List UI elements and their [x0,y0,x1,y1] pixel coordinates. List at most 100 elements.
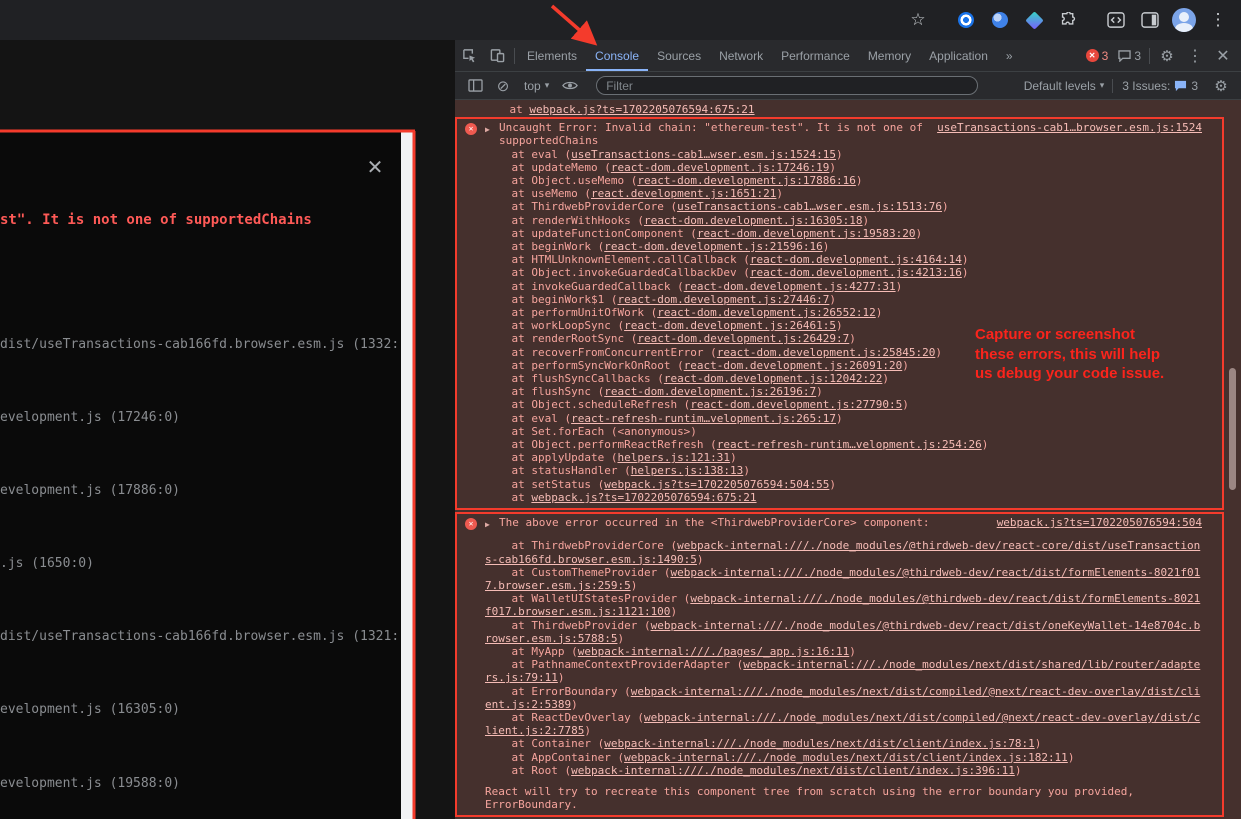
tab-performance[interactable]: Performance [772,40,859,71]
extension-gem-icon[interactable] [1017,3,1051,37]
error-count-badge[interactable]: ✕ 3 [1086,49,1109,63]
profile-avatar[interactable] [1167,3,1201,37]
devtools-menu-kebab-icon[interactable]: ⋮ [1181,46,1209,66]
message-count-badge[interactable]: 3 [1118,49,1141,63]
source-link[interactable]: react-dom.development.js:26552:12 [657,306,876,319]
overlay-stack-frame[interactable]: dist/useTransactions-cab166fd.browser.es… [0,629,400,702]
source-link[interactable]: react-dom.development.js:16305:18 [644,214,863,227]
bookmark-star-icon[interactable]: ☆ [901,3,935,37]
more-tabs-chevron[interactable]: » [997,40,1022,71]
stack-text: ) [1035,737,1042,750]
source-link[interactable]: react-dom.development.js:27790:5 [690,398,902,411]
overlay-stack-frame[interactable]: evelopment.js (17246:0) [0,410,400,483]
error-header: ▶ Uncaught Error: Invalid chain: "ethere… [485,121,1202,147]
source-link[interactable]: useTransactions-cab1…wser.esm.js:1524:15 [571,148,836,161]
stack-text: ) [776,187,783,200]
tab-elements[interactable]: Elements [518,40,586,71]
source-link[interactable]: webpack.js?ts=1702205076594:504:55 [604,478,829,491]
expand-caret-icon[interactable]: ▶ [485,121,499,136]
console-settings-gear-icon[interactable]: ⚙ [1207,77,1235,95]
source-link[interactable]: react-dom.development.js:26091:20 [684,359,903,372]
extension-analytics-icon[interactable] [983,3,1017,37]
console-scrollbar[interactable] [1229,368,1236,490]
expand-caret-icon[interactable]: ▶ [485,516,499,531]
extension-record-glyph [958,12,974,28]
console-filter-input[interactable] [596,76,978,95]
source-link[interactable]: react-dom.development.js:17886:16 [637,174,856,187]
puzzle-glyph [1060,12,1077,29]
source-link[interactable]: react-dom.development.js:25845:20 [717,346,936,359]
source-link[interactable]: react-dom.development.js:4164:14 [750,253,962,266]
tab-sources[interactable]: Sources [648,40,710,71]
issues-count: 3 [1191,79,1198,93]
avatar [1172,8,1196,32]
overlay-stack-frame[interactable]: evelopment.js (17886:0) [0,483,400,556]
overlay-stack-frame[interactable]: evelopment.js (16305:0) [0,702,400,775]
stack-text: ) [730,451,737,464]
stack-frame: at Set.forEach (<anonymous>) [485,425,1202,438]
browser-menu-kebab-icon[interactable]: ⋮ [1201,3,1235,37]
context-selector[interactable]: top ▾ [517,79,556,93]
source-link[interactable]: react-dom.development.js:4213:16 [750,266,962,279]
source-link[interactable]: webpack.js?ts=1702205076594:675:21 [531,491,756,504]
inspect-element-icon[interactable] [455,40,483,71]
tab-application[interactable]: Application [920,40,997,71]
tab-network[interactable]: Network [710,40,772,71]
stack-frame: at beginWork$1 (react-dom.development.js… [485,293,1202,306]
stack-text: ) [935,346,942,359]
stack-frame: at performSyncWorkOnRoot (react-dom.deve… [485,359,1202,372]
side-panel-icon[interactable] [1133,3,1167,37]
source-link[interactable]: webpack.js?ts=1702205076594:675:21 [529,103,754,116]
source-link[interactable]: webpack-internal:///./node_modules/next/… [624,751,1068,764]
source-link[interactable]: react-refresh-runtim…velopment.js:254:26 [717,438,982,451]
source-link[interactable]: react-dom.development.js:4277:31 [684,280,896,293]
source-link[interactable]: helpers.js:121:31 [617,451,730,464]
source-link[interactable]: react-dom.development.js:26461:5 [624,319,836,332]
source-link[interactable]: react-dom.development.js:26196:7 [604,385,816,398]
source-link[interactable]: react-dom.development.js:17246:19 [611,161,830,174]
overlay-stack-frame[interactable]: evelopment.js (19588:0) [0,776,400,819]
overlay-stack-frame[interactable]: dist/useTransactions-cab166fd.browser.es… [0,337,400,410]
stack-text: ) [617,632,624,645]
devtools-code-icon[interactable] [1099,3,1133,37]
devtools-settings-gear-icon[interactable]: ⚙ [1153,47,1181,65]
overlay-close-icon[interactable]: ✕ [362,155,388,181]
separator [1149,48,1150,64]
extension-gem-glyph [1025,11,1043,29]
devtools-close-icon[interactable]: ✕ [1209,46,1237,66]
source-link[interactable]: react-dom.development.js:21596:16 [604,240,823,253]
log-levels-dropdown[interactable]: Default levels ▾ [1016,79,1113,93]
source-link[interactable]: react-dom.development.js:26429:7 [637,332,849,345]
device-toolbar-icon[interactable] [483,40,511,71]
source-link[interactable]: webpack-internal:///./pages/_app.js:16:1… [578,645,850,658]
clear-console-icon[interactable]: ⊘ [489,77,517,95]
stack-text: at performSyncWorkOnRoot ( [485,359,684,372]
source-link[interactable]: helpers.js:138:13 [631,464,744,477]
page-scrollbar[interactable] [401,131,413,819]
source-link[interactable]: react.development.js:1651:21 [591,187,776,200]
extensions-puzzle-icon[interactable] [1051,3,1085,37]
overlay-stack-frame[interactable]: .js (1650:0) [0,556,400,629]
source-link[interactable]: useTransactions-cab1…wser.esm.js:1513:76 [677,200,942,213]
source-link[interactable]: react-dom.development.js:12042:22 [664,372,883,385]
console-sidebar-icon[interactable] [461,79,489,92]
extension-record-icon[interactable] [949,3,983,37]
stack-text: at recoverFromConcurrentError ( [485,346,717,359]
source-link[interactable]: react-dom.development.js:19583:20 [697,227,916,240]
overlay-stack-frames: dist/useTransactions-cab166fd.browser.es… [0,337,400,819]
issues-counter[interactable]: 3 Issues: 3 [1112,79,1207,93]
stack-text: at [483,103,529,116]
error-source-link[interactable]: useTransactions-cab1…browser.esm.js:1524 [937,121,1202,134]
live-expression-eye-icon[interactable] [556,80,584,91]
stack-text: at ThirdwebProviderCore ( [485,200,677,213]
error-source-link[interactable]: webpack.js?ts=1702205076594:504 [997,516,1202,529]
source-link[interactable]: react-refresh-runtim…velopment.js:265:17 [571,412,836,425]
source-link[interactable]: webpack-internal:///./node_modules/next/… [571,764,1015,777]
stack-text: at flushSyncCallbacks ( [485,372,664,385]
source-link[interactable]: react-dom.development.js:27446:7 [617,293,829,306]
source-link[interactable]: webpack-internal:///./node_modules/next/… [604,737,1034,750]
tab-memory[interactable]: Memory [859,40,920,71]
tab-console[interactable]: Console [586,40,648,71]
side-panel-glyph [1141,12,1159,28]
console-error-block-1: ✕ ▶ Uncaught Error: Invalid chain: "ethe… [455,117,1224,510]
